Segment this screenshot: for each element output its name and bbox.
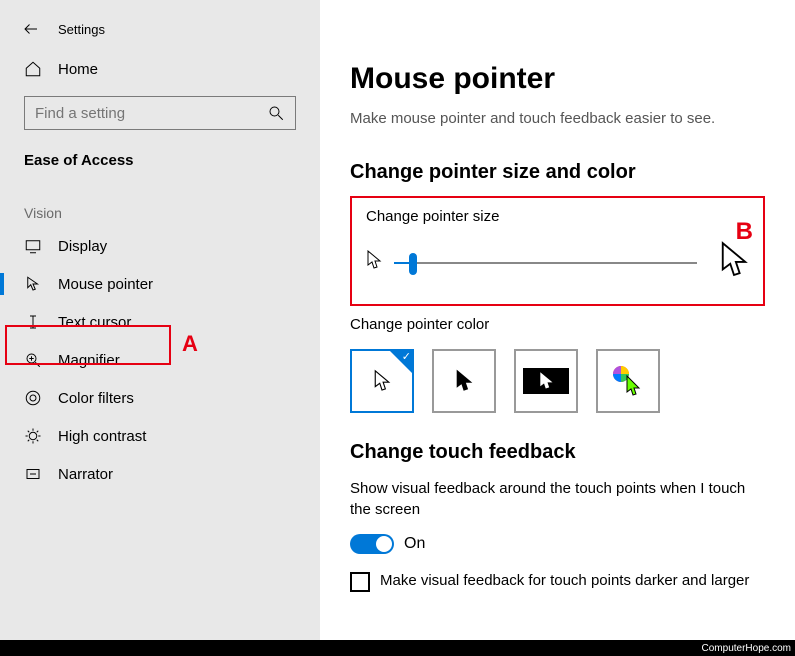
display-icon (24, 237, 42, 255)
color-filters-icon (24, 389, 42, 407)
sidebar-item-color-filters[interactable]: Color filters (0, 379, 320, 417)
darker-larger-checkbox[interactable] (350, 572, 370, 592)
sidebar-item-high-contrast[interactable]: High contrast (0, 417, 320, 455)
home-label: Home (58, 61, 98, 78)
high-contrast-icon (24, 427, 42, 445)
cursor-large-icon (719, 241, 749, 284)
narrator-icon (24, 465, 42, 483)
home-nav[interactable]: Home (0, 58, 320, 96)
check-icon (389, 350, 413, 374)
touch-feedback-toggle[interactable] (350, 534, 394, 554)
window-title: Settings (58, 22, 105, 37)
pointer-color-white[interactable] (350, 349, 414, 413)
category-label: Ease of Access (0, 144, 320, 189)
search-icon (267, 104, 285, 122)
pointer-icon (24, 275, 42, 293)
sidebar-item-mouse-pointer[interactable]: Mouse pointer (0, 265, 320, 303)
pointer-size-label: Change pointer size (366, 208, 749, 225)
touch-description: Show visual feedback around the touch po… (350, 478, 765, 520)
footer-credit: ComputerHope.com (0, 640, 795, 656)
sidebar-item-label: Display (58, 238, 107, 255)
sidebar-item-text-cursor[interactable]: Text cursor (0, 303, 320, 341)
sidebar-item-label: Mouse pointer (58, 276, 153, 293)
pointer-color-inverted[interactable] (514, 349, 578, 413)
toggle-label: On (404, 535, 425, 553)
annotation-box-b: B Change pointer size (350, 196, 765, 306)
pointer-size-slider[interactable] (394, 262, 697, 264)
cursor-small-icon (366, 250, 382, 275)
settings-window: Settings Home Ease of Access Vision Disp… (0, 0, 795, 656)
group-label: Vision (0, 189, 320, 227)
annotation-label-b: B (736, 218, 753, 246)
sidebar-item-display[interactable]: Display (0, 227, 320, 265)
sidebar-item-label: High contrast (58, 428, 146, 445)
sidebar-item-label: Magnifier (58, 352, 120, 369)
magnifier-icon (24, 351, 42, 369)
slider-thumb[interactable] (409, 253, 417, 275)
sidebar-item-label: Color filters (58, 390, 134, 407)
checkbox-label: Make visual feedback for touch points da… (380, 572, 749, 589)
section-touch: Change touch feedback (350, 441, 765, 464)
text-cursor-icon (24, 313, 42, 331)
annotation-label-a: A (182, 331, 198, 357)
sidebar-item-label: Narrator (58, 466, 113, 483)
back-icon[interactable] (22, 20, 40, 38)
sidebar-item-magnifier[interactable]: Magnifier (0, 341, 320, 379)
home-icon (24, 60, 42, 78)
main-panel: Mouse pointer Make mouse pointer and tou… (320, 0, 795, 640)
sidebar-item-label: Text cursor (58, 314, 131, 331)
page-subtitle: Make mouse pointer and touch feedback ea… (350, 110, 765, 127)
pointer-color-custom[interactable] (596, 349, 660, 413)
section-size-color: Change pointer size and color (350, 161, 765, 184)
pointer-color-label: Change pointer color (350, 316, 765, 333)
search-field[interactable] (35, 105, 267, 122)
page-title: Mouse pointer (350, 62, 765, 96)
sidebar-item-narrator[interactable]: Narrator (0, 455, 320, 493)
pointer-color-black[interactable] (432, 349, 496, 413)
sidebar: Settings Home Ease of Access Vision Disp… (0, 0, 320, 640)
search-input[interactable] (24, 96, 296, 130)
